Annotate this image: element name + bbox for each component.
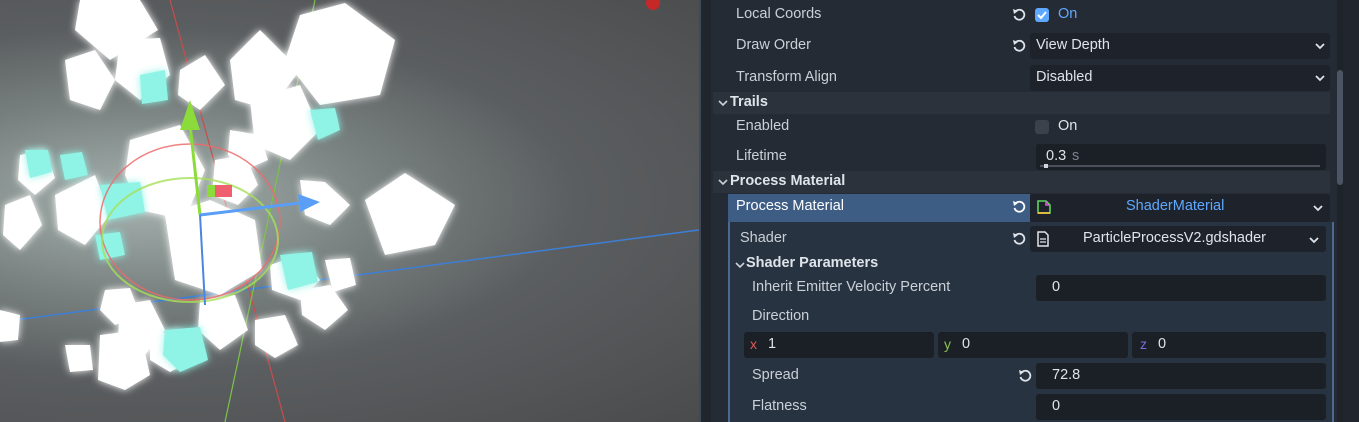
shader-label: Shader xyxy=(740,230,787,246)
gizmo-dot xyxy=(646,0,660,10)
chevron-down-icon xyxy=(1315,75,1325,82)
chevron-down-icon[interactable] xyxy=(735,260,745,270)
direction-y-value: 0 xyxy=(962,336,971,352)
chevron-down-icon xyxy=(1313,205,1323,212)
trails-section-header[interactable] xyxy=(713,92,1330,114)
process-material-section-title: Process Material xyxy=(730,173,846,189)
local-coords-checkbox[interactable] xyxy=(1035,8,1049,22)
shader-parameters-section-title[interactable]: Shader Parameters xyxy=(746,255,878,271)
local-coords-label: Local Coords xyxy=(736,6,822,22)
trails-section-title: Trails xyxy=(730,94,768,110)
draw-order-label: Draw Order xyxy=(736,37,811,53)
inspector-scrollbar[interactable] xyxy=(1337,0,1343,422)
direction-z-value: 0 xyxy=(1158,336,1167,352)
lifetime-slider-track[interactable] xyxy=(1040,165,1320,167)
chevron-down-icon xyxy=(1315,43,1325,50)
trails-enabled-checkbox[interactable] xyxy=(1035,120,1049,134)
inherit-velocity-field[interactable] xyxy=(1036,275,1326,301)
spread-label: Spread xyxy=(752,367,799,383)
lifetime-slider-grabber[interactable] xyxy=(1044,164,1048,168)
chevron-down-icon xyxy=(1309,237,1319,244)
shader-value: ParticleProcessV2.gdshader xyxy=(1083,230,1266,246)
direction-x-value: 1 xyxy=(768,336,777,352)
draw-order-value: View Depth xyxy=(1036,37,1110,53)
inherit-velocity-value: 0 xyxy=(1052,279,1061,295)
revert-icon[interactable] xyxy=(1011,199,1027,215)
process-material-value: ShaderMaterial xyxy=(1126,198,1225,214)
direction-z-label: z xyxy=(1140,336,1147,352)
shader-material-subresource-panel xyxy=(728,222,1334,422)
lifetime-value: 0.3 xyxy=(1046,148,1067,164)
revert-icon[interactable] xyxy=(1017,368,1033,384)
shader-file-icon xyxy=(1037,231,1049,247)
spread-value: 72.8 xyxy=(1052,367,1081,383)
lifetime-unit: s xyxy=(1072,148,1080,164)
local-coords-value: On xyxy=(1058,6,1078,22)
chevron-down-icon xyxy=(718,100,728,107)
flatness-value: 0 xyxy=(1052,398,1061,414)
revert-icon[interactable] xyxy=(1011,7,1027,23)
3d-viewport[interactable] xyxy=(0,0,699,422)
transform-align-label: Transform Align xyxy=(736,69,837,85)
direction-x-label: x xyxy=(750,336,757,352)
direction-label: Direction xyxy=(752,308,810,324)
viewport-scene xyxy=(0,0,699,422)
shader-material-icon xyxy=(1037,200,1051,214)
transform-align-value: Disabled xyxy=(1036,69,1093,85)
revert-icon[interactable] xyxy=(1011,38,1027,54)
scrollbar-thumb[interactable] xyxy=(1337,70,1343,185)
direction-y-label: y xyxy=(944,336,951,352)
flatness-field[interactable] xyxy=(1036,394,1326,420)
trails-enabled-value: On xyxy=(1058,118,1078,134)
flatness-label: Flatness xyxy=(752,398,807,414)
revert-icon[interactable] xyxy=(1011,231,1027,247)
check-icon xyxy=(1037,11,1047,20)
process-material-label: Process Material xyxy=(736,198,844,214)
lifetime-label: Lifetime xyxy=(736,148,787,164)
trails-enabled-label: Enabled xyxy=(736,118,790,134)
chevron-down-icon xyxy=(718,179,728,186)
inherit-velocity-label: Inherit Emitter Velocity Percent xyxy=(752,279,951,295)
